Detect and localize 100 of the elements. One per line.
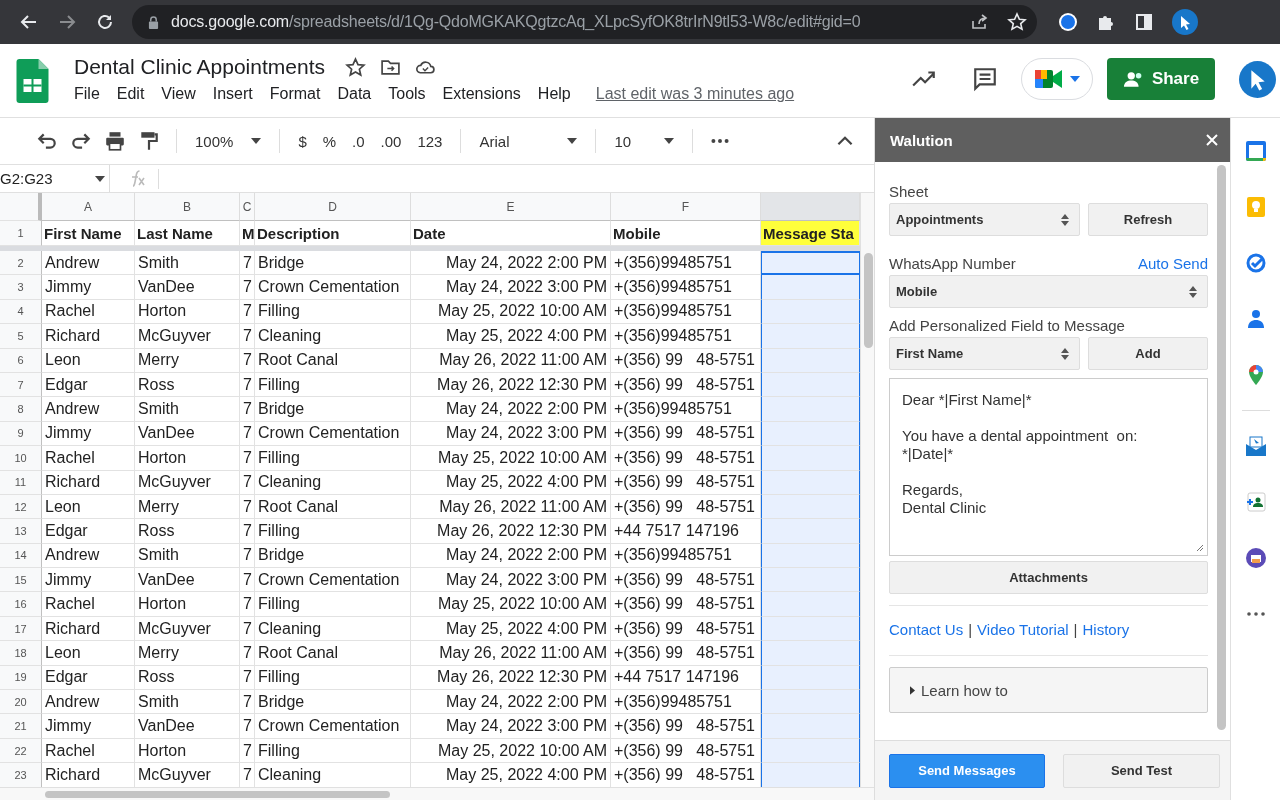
- message-textarea[interactable]: Dear *|First Name|* You have a dental appointment on: *|Date|* Regards, Dental Clinic: [889, 378, 1208, 556]
- send-test-button[interactable]: Send Test: [1063, 753, 1220, 788]
- panel-scrollbar[interactable]: [1217, 165, 1226, 730]
- menu-item[interactable]: File: [74, 85, 100, 103]
- currency-format-button[interactable]: $: [298, 132, 307, 150]
- table-cell[interactable]: [761, 275, 860, 300]
- profile-avatar-icon[interactable]: [1172, 9, 1198, 35]
- add-contact-icon[interactable]: [1244, 491, 1267, 513]
- table-cell[interactable]: [761, 299, 860, 325]
- row-number[interactable]: 13: [0, 519, 42, 544]
- refresh-button[interactable]: Refresh: [1088, 203, 1208, 236]
- column-header[interactable]: B: [135, 193, 240, 221]
- table-cell[interactable]: [761, 690, 860, 715]
- table-cell[interactable]: [761, 519, 860, 544]
- menu-item[interactable]: Format: [269, 85, 321, 103]
- share-icon[interactable]: [969, 12, 989, 32]
- menu-item[interactable]: Help: [537, 85, 571, 103]
- footer-link[interactable]: History: [1082, 621, 1130, 638]
- row-number[interactable]: 14: [0, 543, 42, 569]
- add-button[interactable]: Add: [1088, 337, 1208, 370]
- menu-item[interactable]: Extensions: [442, 85, 521, 103]
- share-button[interactable]: Share: [1107, 58, 1215, 100]
- row-number[interactable]: 18: [0, 641, 42, 666]
- field-select[interactable]: First Name: [889, 337, 1080, 370]
- menu-item[interactable]: Edit: [116, 85, 145, 103]
- row-number[interactable]: 9: [0, 421, 42, 447]
- printer-icon[interactable]: [1244, 547, 1267, 569]
- reload-icon[interactable]: [95, 12, 115, 32]
- name-box[interactable]: G2:G23: [0, 165, 110, 192]
- menu-item[interactable]: View: [161, 85, 196, 103]
- table-cell[interactable]: [761, 543, 860, 569]
- paint-format-icon[interactable]: [138, 130, 160, 152]
- column-header[interactable]: A: [42, 193, 135, 221]
- extension-badge-icon[interactable]: [1058, 12, 1078, 32]
- table-cell[interactable]: [761, 616, 860, 642]
- row-number[interactable]: 2: [0, 251, 42, 276]
- table-cell[interactable]: [761, 446, 860, 471]
- envelope-cursor-icon[interactable]: [1244, 435, 1267, 457]
- document-title[interactable]: Dental Clinic Appointments: [74, 55, 325, 79]
- table-cell[interactable]: [761, 714, 860, 739]
- auto-send-link[interactable]: Auto Send: [1137, 255, 1208, 272]
- table-cell[interactable]: [761, 763, 860, 787]
- menu-item[interactable]: Insert: [212, 85, 253, 103]
- calendar-icon[interactable]: [1244, 140, 1267, 162]
- row-number[interactable]: 10: [0, 446, 42, 471]
- row-number[interactable]: 15: [0, 568, 42, 593]
- sheet-select[interactable]: Appointments: [889, 203, 1080, 236]
- footer-link[interactable]: Contact Us: [889, 621, 964, 638]
- percent-format-button[interactable]: %: [322, 132, 337, 150]
- font-dropdown[interactable]: Arial: [479, 132, 578, 150]
- row-number[interactable]: 19: [0, 665, 42, 691]
- table-cell[interactable]: [761, 348, 860, 373]
- row-number[interactable]: 1: [0, 221, 42, 246]
- table-cell[interactable]: [761, 397, 860, 422]
- table-cell[interactable]: [761, 641, 860, 666]
- decrease-decimal-button[interactable]: .0: [352, 132, 365, 150]
- number-format-dropdown[interactable]: 123: [417, 132, 443, 150]
- font-size-dropdown[interactable]: 10: [614, 132, 675, 150]
- table-cell[interactable]: [761, 592, 860, 617]
- close-icon[interactable]: [1206, 134, 1218, 146]
- address-bar[interactable]: docs.google.com/spreadsheets/d/1Qg-QdoMGKAKQgtzcAq_XLpcSyfOK8trIrN9tl53-W8c/edit#gid=0: [132, 5, 1037, 39]
- resize-grip-icon[interactable]: [1194, 542, 1204, 552]
- learn-how-to-section[interactable]: Learn how to: [889, 667, 1208, 713]
- row-number[interactable]: 22: [0, 738, 42, 764]
- row-number[interactable]: 3: [0, 275, 42, 300]
- row-number[interactable]: 4: [0, 299, 42, 325]
- number-column-select[interactable]: Mobile: [889, 275, 1208, 308]
- column-header[interactable]: D: [255, 193, 411, 221]
- column-header[interactable]: E: [411, 193, 611, 221]
- row-number[interactable]: 21: [0, 714, 42, 739]
- row-number[interactable]: 12: [0, 494, 42, 520]
- menu-item[interactable]: Data: [337, 85, 372, 103]
- attachments-button[interactable]: Attachments: [889, 561, 1208, 594]
- horizontal-scrollbar[interactable]: [0, 787, 874, 800]
- table-cell[interactable]: [761, 324, 860, 349]
- row-number[interactable]: 7: [0, 372, 42, 398]
- footer-link[interactable]: Video Tutorial: [977, 621, 1069, 638]
- last-edit-link[interactable]: Last edit was 3 minutes ago: [595, 85, 795, 103]
- row-number[interactable]: 11: [0, 470, 42, 495]
- table-cell[interactable]: [761, 568, 860, 593]
- table-cell[interactable]: [761, 470, 860, 495]
- star-icon[interactable]: [344, 56, 366, 78]
- table-cell[interactable]: [761, 251, 860, 276]
- row-number[interactable]: 16: [0, 592, 42, 617]
- table-cell[interactable]: [761, 738, 860, 764]
- increase-decimal-button[interactable]: .00: [380, 132, 402, 150]
- row-number[interactable]: 20: [0, 690, 42, 715]
- sheets-logo-icon[interactable]: [16, 59, 49, 103]
- table-cell[interactable]: [761, 665, 860, 691]
- menu-item[interactable]: Tools: [388, 85, 426, 103]
- comment-icon[interactable]: [972, 66, 998, 92]
- column-header[interactable]: C: [240, 193, 255, 221]
- row-number[interactable]: 6: [0, 348, 42, 373]
- row-number[interactable]: 23: [0, 763, 42, 787]
- row-number[interactable]: 8: [0, 397, 42, 422]
- side-panel-icon[interactable]: [1134, 12, 1154, 32]
- table-cell[interactable]: [761, 494, 860, 520]
- row-number[interactable]: 17: [0, 616, 42, 642]
- zoom-dropdown[interactable]: 100%: [195, 132, 262, 150]
- task-check-icon[interactable]: [1244, 252, 1267, 274]
